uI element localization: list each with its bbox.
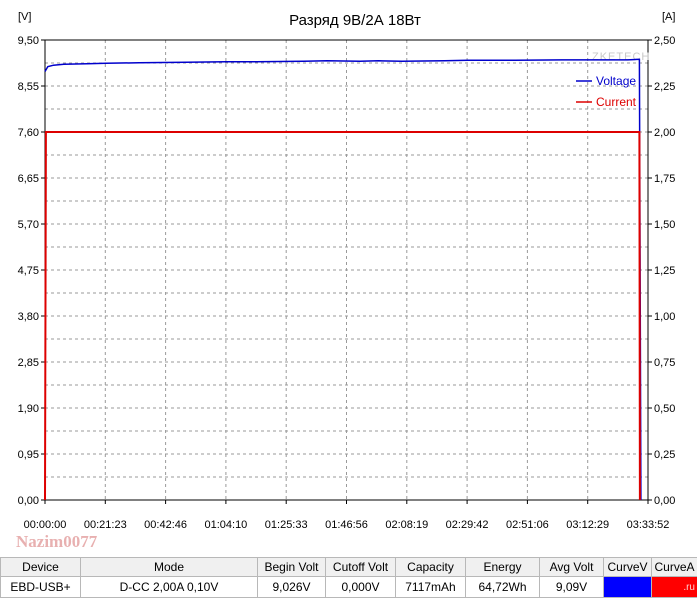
cell-begin-volt: 9,026V [257, 576, 326, 598]
header-curve-v: CurveV [603, 557, 652, 577]
left-axis-unit: [V] [18, 11, 31, 23]
cell-curve-a-color[interactable]: .ru [651, 576, 697, 598]
right-tick-label: 0,75 [654, 357, 675, 369]
left-axis-ticks: 9,50 8,55 7,60 6,65 5,70 4,75 3,80 2,85 1,90 0,95… [18, 35, 45, 507]
header-begin-volt: Begin Volt [257, 557, 326, 577]
right-tick-label: 2,25 [654, 81, 675, 93]
cell-energy: 64,72Wh [465, 576, 540, 598]
legend-current-label: Current [596, 95, 637, 109]
series-lines [44, 58, 642, 501]
grid-lines [44, 39, 649, 501]
header-curve-a: CurveA [651, 557, 697, 577]
x-tick-label: 03:12:29 [566, 519, 609, 531]
right-tick-label: 1,25 [654, 265, 675, 277]
x-tick-label: 00:21:23 [84, 519, 127, 531]
left-tick-label: 9,50 [18, 35, 39, 47]
x-tick-label: 02:51:06 [506, 519, 549, 531]
x-tick-label: 00:00:00 [24, 519, 67, 531]
x-tick-label: 02:29:42 [446, 519, 489, 531]
cell-avg-volt: 9,09V [539, 576, 604, 598]
header-avg-volt: Avg Volt [539, 557, 604, 577]
right-tick-label: 2,00 [654, 127, 675, 139]
right-axis-ticks: 2,50 2,25 2,00 1,75 1,50 1,25 1,00 0,75 0,50 0,25… [648, 35, 675, 507]
author-nickname: Nazim0077 [16, 532, 98, 551]
header-cutoff-volt: Cutoff Volt [325, 557, 396, 577]
left-tick-label: 5,70 [18, 219, 39, 231]
right-tick-label: 0,50 [654, 403, 675, 415]
left-tick-label: 0,00 [18, 495, 39, 507]
discharge-chart: Разряд 9В/2А 18Вт [V] [A] 9,50 8,55 7,60 6,… [18, 11, 676, 531]
header-energy: Energy [465, 557, 540, 577]
x-tick-label: 01:25:33 [265, 519, 308, 531]
x-tick-label: 01:04:10 [204, 519, 247, 531]
right-tick-label: 0,00 [654, 495, 675, 507]
x-tick-label: 02:08:19 [385, 519, 428, 531]
right-tick-label: 1,00 [654, 311, 675, 323]
left-tick-label: 1,90 [18, 403, 39, 415]
summary-table: Device Mode Begin Volt Cutoff Volt Capac… [0, 557, 697, 598]
left-tick-label: 4,75 [18, 265, 39, 277]
series-voltage-line [44, 58, 642, 501]
x-tick-label: 00:42:46 [144, 519, 187, 531]
left-tick-label: 0,95 [18, 449, 39, 461]
header-device: Device [0, 557, 81, 577]
right-tick-label: 0,25 [654, 449, 675, 461]
left-tick-label: 8,55 [18, 81, 39, 93]
cell-cutoff-volt: 0,000V [325, 576, 396, 598]
cell-curve-v-color[interactable] [603, 576, 652, 598]
watermark: ZKETECH [592, 51, 650, 63]
right-tick-label: 1,75 [654, 173, 675, 185]
header-capacity: Capacity [395, 557, 466, 577]
left-tick-label: 3,80 [18, 311, 39, 323]
cell-capacity: 7117mAh [395, 576, 466, 598]
cell-mode: D-CC 2,00A 0,10V [80, 576, 258, 598]
legend-voltage-label: Voltage [596, 74, 636, 88]
summary-header-row: Device Mode Begin Volt Cutoff Volt Capac… [0, 557, 697, 577]
right-tick-label: 2,50 [654, 35, 675, 47]
right-axis-unit: [A] [662, 11, 675, 23]
left-tick-label: 2,85 [18, 357, 39, 369]
chart-title: Разряд 9В/2А 18Вт [289, 12, 421, 29]
summary-data-row[interactable]: EBD-USB+ D-CC 2,00A 0,10V 9,026V 0,000V … [0, 576, 697, 598]
left-tick-label: 6,65 [18, 173, 39, 185]
left-tick-label: 7,60 [18, 127, 39, 139]
x-tick-label: 03:33:52 [627, 519, 670, 531]
x-axis-ticks: 00:00:00 00:21:23 00:42:46 01:04:10 01:25:33… [24, 500, 670, 531]
legend: Voltage Current [576, 74, 637, 109]
header-mode: Mode [80, 557, 258, 577]
x-tick-label: 01:46:56 [325, 519, 368, 531]
right-tick-label: 1,50 [654, 219, 675, 231]
cell-device: EBD-USB+ [0, 576, 81, 598]
